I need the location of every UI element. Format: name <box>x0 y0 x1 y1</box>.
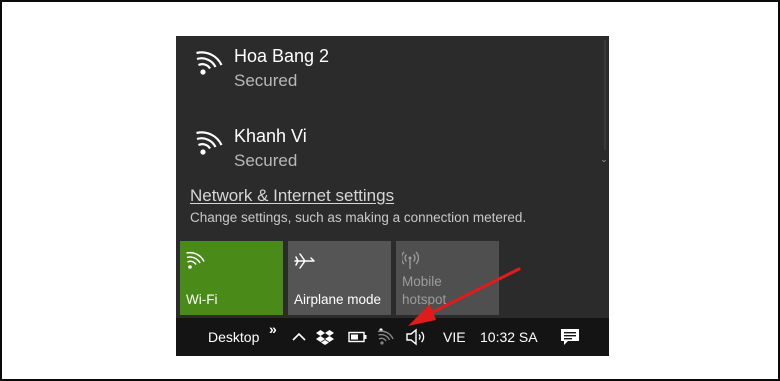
network-internet-settings-link[interactable]: Network & Internet settings <box>190 186 394 206</box>
airplane-mode-tile[interactable]: Airplane mode <box>288 241 391 315</box>
scrollbar[interactable]: ⌄ <box>599 36 609 172</box>
show-hidden-icons[interactable] <box>292 318 306 356</box>
tile-label: Mobile hotspot <box>402 273 446 309</box>
desktop-toolbar-chevron[interactable]: » <box>269 310 277 348</box>
tile-label-line: Mobile <box>402 274 442 289</box>
wifi-toggle-tile[interactable]: Wi-Fi <box>180 241 283 315</box>
battery-icon <box>348 331 367 343</box>
tile-label: Wi-Fi <box>186 292 218 307</box>
desktop-label: Desktop <box>208 329 260 345</box>
network-flyout: ⌄ Hoa Bang 2 Secured Khanh Vi Secured Ne… <box>176 36 609 318</box>
taskbar: Desktop » VIE 10:32 SA <box>176 318 609 356</box>
network-status: Secured <box>234 151 298 170</box>
volume-tray-button[interactable] <box>405 318 427 356</box>
chevron-up-icon <box>292 332 306 341</box>
input-language-button[interactable]: VIE <box>443 318 466 356</box>
action-center-icon <box>561 329 579 345</box>
clock-button[interactable]: 10:32 SA <box>480 318 538 356</box>
airplane-icon <box>294 253 315 269</box>
clock-time: 10:32 SA <box>480 329 538 345</box>
wifi-icon <box>196 131 223 155</box>
network-status: Secured <box>234 71 298 90</box>
scrollbar-track[interactable] <box>604 40 606 150</box>
tile-label: Airplane mode <box>294 292 382 307</box>
settings-description: Change settings, such as making a connec… <box>190 210 527 225</box>
tile-label-line: hotspot <box>402 292 447 307</box>
volume-icon <box>406 328 425 346</box>
language-label: VIE <box>443 329 466 345</box>
wifi-icon <box>196 51 223 75</box>
network-tray-button[interactable] <box>377 318 397 356</box>
battery-tray-button[interactable] <box>348 318 368 356</box>
network-name: Hoa Bang 2 <box>234 46 330 66</box>
action-center-button[interactable] <box>560 318 580 356</box>
dropbox-tray-button[interactable] <box>316 318 334 356</box>
wifi-icon <box>186 251 205 269</box>
scroll-down-icon[interactable]: ⌄ <box>600 154 608 164</box>
network-item-hoa-bang-2[interactable]: Hoa Bang 2 Secured <box>176 38 596 98</box>
network-name: Khanh Vi <box>234 126 307 146</box>
network-item-khanh-vi[interactable]: Khanh Vi Secured <box>176 118 596 178</box>
mobile-hotspot-tile[interactable]: Mobile hotspot <box>396 241 499 315</box>
desktop-toolbar-button[interactable]: Desktop <box>208 318 259 356</box>
dropbox-icon <box>316 330 334 345</box>
hotspot-icon <box>402 251 420 269</box>
network-icon <box>377 328 394 345</box>
